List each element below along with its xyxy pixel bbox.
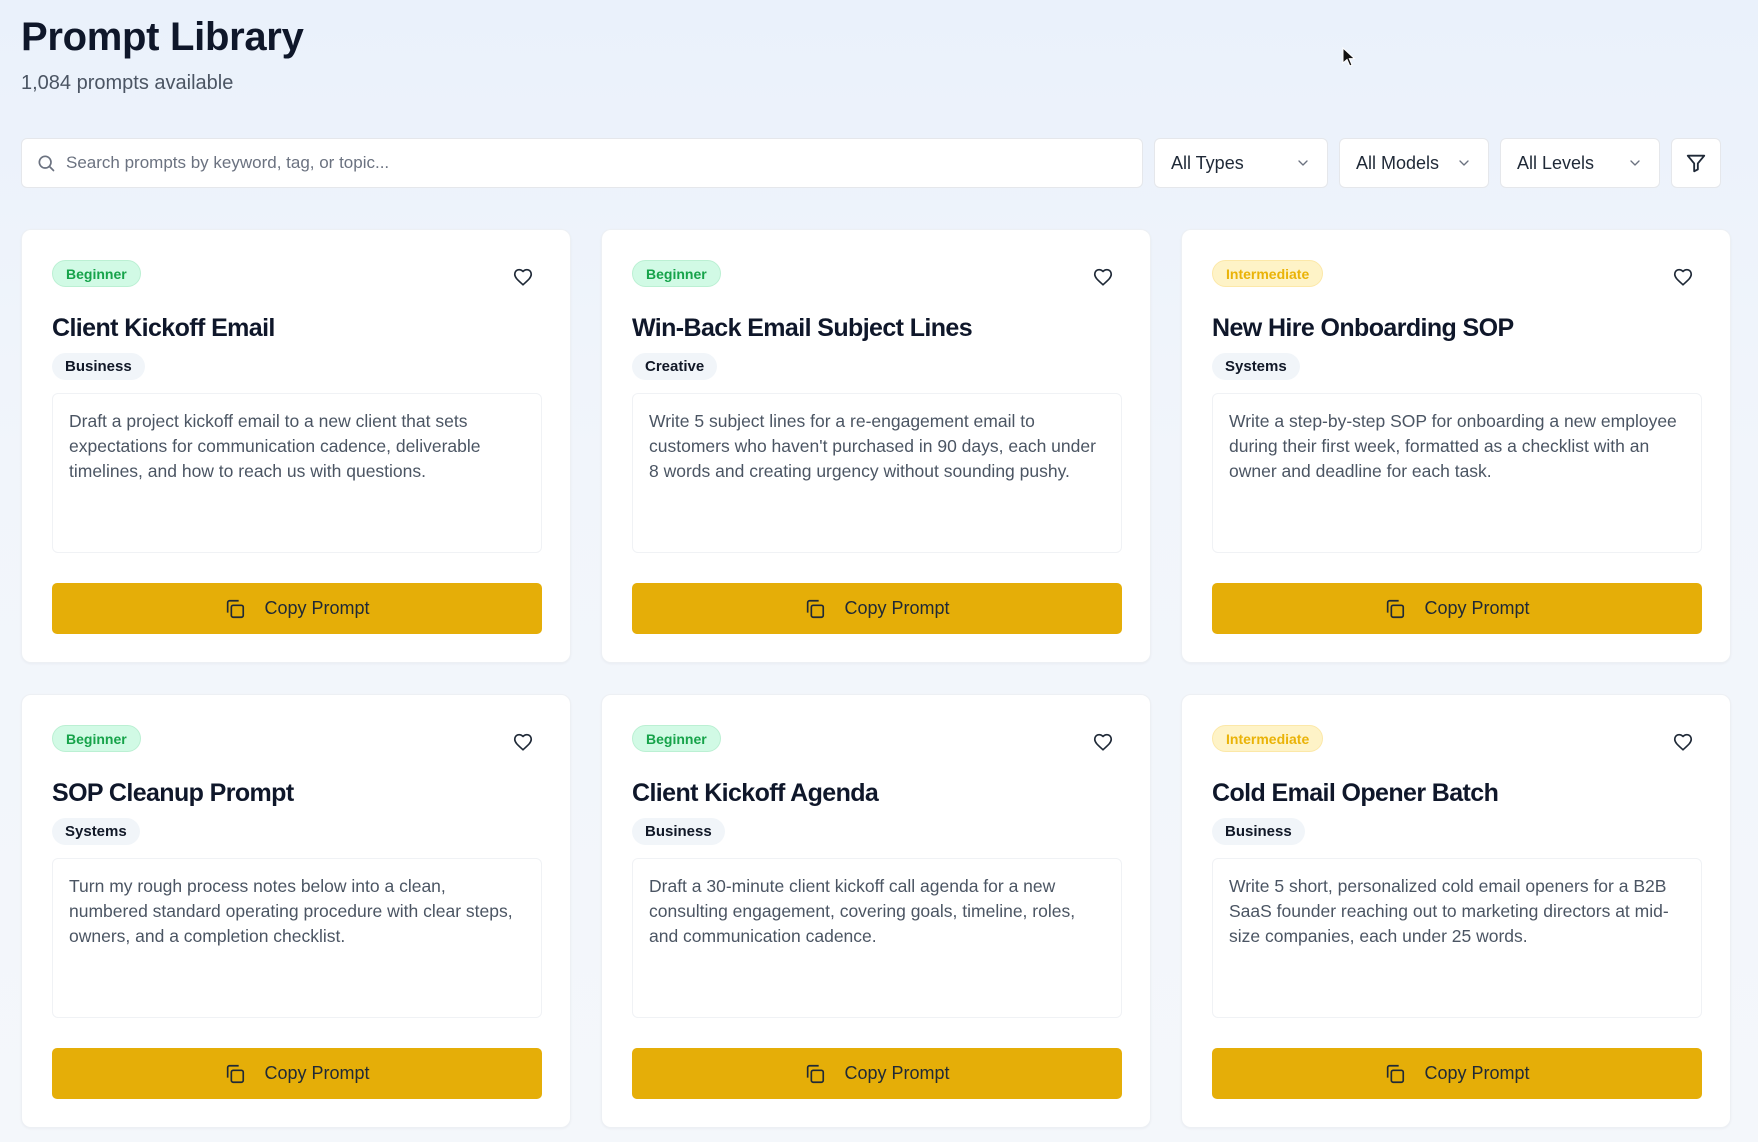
copy-prompt-label: Copy Prompt — [264, 1063, 370, 1083]
heart-icon[interactable] — [1092, 731, 1114, 753]
card-title: SOP Cleanup Prompt — [52, 779, 294, 807]
mouse-cursor-icon — [1342, 47, 1356, 67]
copy-prompt-label: Copy Prompt — [264, 598, 370, 618]
heart-icon[interactable] — [1672, 266, 1694, 288]
category-tag: Business — [1212, 818, 1305, 845]
chevron-down-icon — [1298, 160, 1308, 166]
category-tag: Business — [52, 353, 145, 380]
heart-icon[interactable] — [512, 731, 534, 753]
prompt-card: Intermediate Cold Email Opener Batch Bus… — [1181, 694, 1731, 1128]
model-filter-value: All Models — [1356, 152, 1440, 173]
copy-icon — [807, 599, 825, 618]
category-tag: Business — [632, 818, 725, 845]
copy-prompt-button[interactable]: Copy Prompt — [52, 583, 542, 634]
card-title: New Hire Onboarding SOP — [1212, 314, 1514, 342]
prompt-description: Draft a project kickoff email to a new c… — [52, 393, 542, 553]
copy-icon — [227, 1064, 245, 1083]
filter-icon — [1686, 154, 1706, 173]
copy-prompt-button[interactable]: Copy Prompt — [632, 583, 1122, 634]
level-filter-select[interactable]: All Levels — [1500, 138, 1660, 188]
page-header: Prompt Library 1,084 prompts available — [21, 14, 304, 95]
heart-icon[interactable] — [1092, 266, 1114, 288]
level-badge: Beginner — [632, 725, 721, 752]
toolbar: All Types All Models All Levels — [21, 138, 1731, 188]
category-tag: Creative — [632, 353, 718, 380]
card-title: Win-Back Email Subject Lines — [632, 314, 973, 342]
copy-prompt-button[interactable]: Copy Prompt — [1212, 1048, 1702, 1099]
copy-icon — [807, 1064, 825, 1083]
filter-button[interactable] — [1671, 138, 1721, 188]
card-title: Client Kickoff Email — [52, 314, 275, 342]
prompt-description: Draft a 30-minute client kickoff call ag… — [632, 858, 1122, 1018]
heart-icon[interactable] — [1672, 731, 1694, 753]
copy-prompt-label: Copy Prompt — [844, 1063, 950, 1083]
copy-icon — [1387, 1064, 1405, 1083]
level-badge: Beginner — [632, 260, 721, 287]
page-title: Prompt Library — [21, 15, 304, 59]
copy-prompt-button[interactable]: Copy Prompt — [1212, 583, 1702, 634]
prompt-card: Intermediate New Hire Onboarding SOP Sys… — [1181, 229, 1731, 663]
prompt-description: Write a step-by-step SOP for onboarding … — [1212, 393, 1702, 553]
prompt-card: Beginner Win-Back Email Subject Lines Cr… — [601, 229, 1151, 663]
type-filter-value: All Types — [1171, 152, 1244, 173]
copy-prompt-label: Copy Prompt — [844, 598, 950, 618]
copy-prompt-label: Copy Prompt — [1424, 1063, 1530, 1083]
chevron-down-icon — [1459, 160, 1469, 166]
copy-icon — [227, 599, 245, 618]
card-title: Client Kickoff Agenda — [632, 779, 879, 807]
level-badge: Intermediate — [1212, 725, 1324, 752]
copy-prompt-button[interactable]: Copy Prompt — [632, 1048, 1122, 1099]
category-tag: Systems — [1212, 353, 1300, 380]
level-badge: Beginner — [52, 260, 141, 287]
search-bar[interactable] — [21, 138, 1143, 188]
chevron-down-icon — [1630, 160, 1640, 166]
prompt-description: Turn my rough process notes below into a… — [52, 858, 542, 1018]
prompt-count: 1,084 prompts available — [21, 72, 234, 94]
prompt-card: Beginner Client Kickoff Email Business D… — [21, 229, 571, 663]
prompt-description: Write 5 subject lines for a re-engagemen… — [632, 393, 1122, 553]
prompt-card: Beginner SOP Cleanup Prompt Systems Turn… — [21, 694, 571, 1128]
heart-icon[interactable] — [512, 266, 534, 288]
model-filter-select[interactable]: All Models — [1339, 138, 1489, 188]
type-filter-select[interactable]: All Types — [1154, 138, 1328, 188]
prompt-description: Write 5 short, personalized cold email o… — [1212, 858, 1702, 1018]
copy-prompt-button[interactable]: Copy Prompt — [52, 1048, 542, 1099]
search-input[interactable] — [66, 153, 1116, 173]
prompt-card: Beginner Client Kickoff Agenda Business … — [601, 694, 1151, 1128]
level-filter-value: All Levels — [1517, 152, 1595, 173]
copy-prompt-label: Copy Prompt — [1424, 598, 1530, 618]
card-title: Cold Email Opener Batch — [1212, 779, 1499, 807]
category-tag: Systems — [52, 818, 140, 845]
copy-icon — [1387, 599, 1405, 618]
search-icon — [38, 155, 55, 172]
level-badge: Intermediate — [1212, 260, 1324, 287]
level-badge: Beginner — [52, 725, 141, 752]
